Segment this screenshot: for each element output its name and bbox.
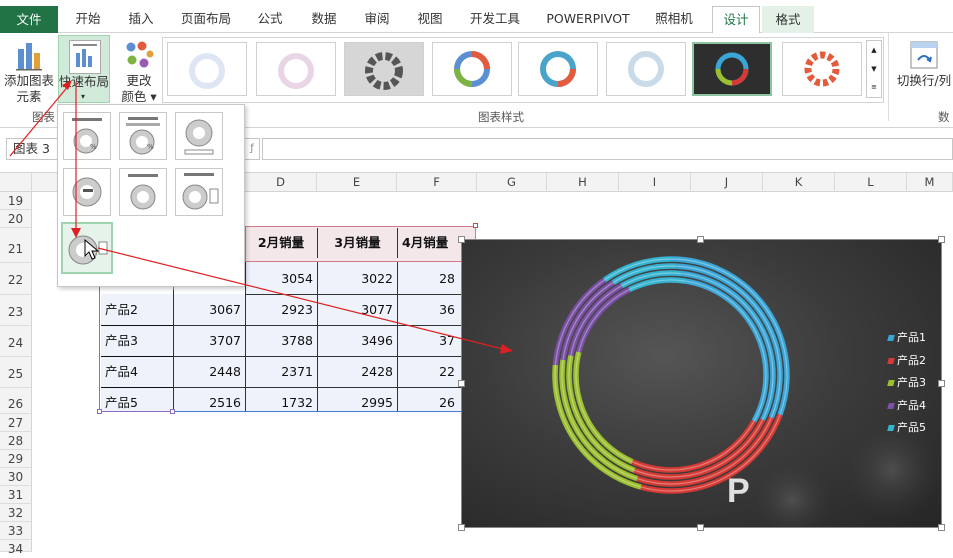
annotation-arrow [9,83,71,157]
annotation-overlay [9,80,513,354]
arrowhead-icon [62,80,72,90]
arrowhead-icon [500,344,513,354]
annotation-arrow [97,247,508,351]
arrowhead-icon [71,228,81,238]
